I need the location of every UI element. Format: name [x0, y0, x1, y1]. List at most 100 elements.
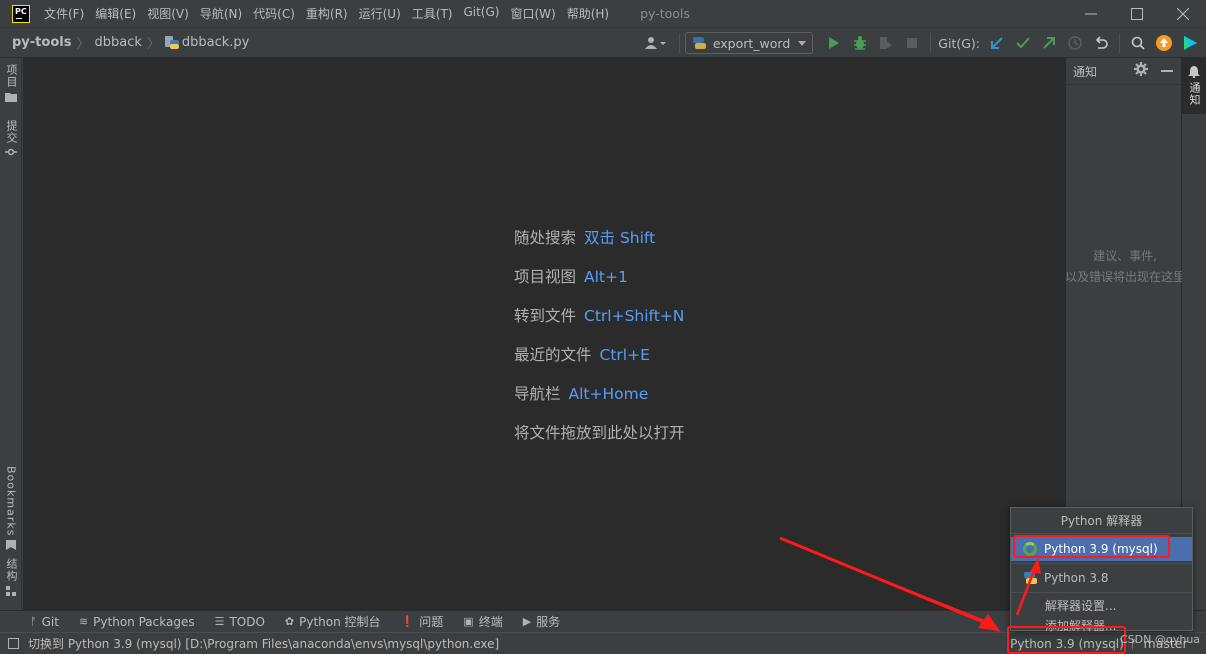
tool-tab-todo[interactable]: ☰ TODO [215, 615, 265, 629]
close-button[interactable] [1160, 0, 1206, 28]
git-commit-button[interactable] [1011, 31, 1035, 55]
hint-label: 随处搜索 [514, 229, 577, 247]
stop-button[interactable] [900, 31, 924, 55]
structure-icon [6, 586, 16, 596]
terminal-icon: ▣ [463, 615, 474, 628]
status-message: 切换到 Python 3.9 (mysql) [D:\Program Files… [28, 637, 500, 651]
breadcrumb-file[interactable]: dbback.py [164, 35, 250, 50]
coverage-icon [880, 37, 893, 49]
highlight-box-selected-interpreter [1013, 535, 1170, 558]
python-interpreter-popup: Python 解释器 Python 3.9 (mysql) Python 3.8… [1010, 507, 1193, 633]
menu-navigate[interactable]: 导航(N) [200, 5, 242, 22]
todo-icon: ☰ [214, 615, 225, 628]
interpreter-settings-action[interactable]: 解释器设置... [1011, 595, 1192, 615]
packages-icon: ≋ [78, 615, 89, 628]
notifications-empty-text: 建议、事件, 以及错误将出现在这里 [1064, 246, 1186, 288]
tool-tab-terminal[interactable]: ▣ 终端 [463, 613, 502, 630]
history-button[interactable] [1063, 31, 1087, 55]
git-update-button[interactable] [985, 31, 1009, 55]
editor-area[interactable]: 随处搜索 双击 Shift 项目视图 Alt+1 转到文件 Ctrl+Shift+N … [23, 58, 1065, 610]
gear-icon[interactable] [1134, 62, 1148, 76]
tab-label: 问题 [419, 615, 444, 629]
tool-tab-python-packages[interactable]: ≋ Python Packages [79, 615, 195, 629]
left-tool-window-strip: 项目 提交 Bookmarks 结构 [0, 58, 22, 610]
git-update-icon [991, 37, 1003, 49]
services-icon: ▶ [522, 615, 532, 628]
menu-code[interactable]: 代码(C) [253, 5, 295, 22]
tool-tab-structure[interactable]: 结构 [0, 558, 22, 596]
tool-tab-notifications[interactable]: 通知 [1182, 58, 1206, 114]
tool-tab-notifications-label: 通知 [1188, 82, 1201, 106]
menu-git[interactable]: Git(G) [463, 5, 499, 22]
update-icon [1156, 35, 1172, 51]
hint-label: 最近的文件 [514, 346, 592, 364]
toolbox-button[interactable] [1178, 31, 1202, 55]
toggle-tool-windows-icon[interactable] [8, 638, 19, 649]
git-commit-icon [1016, 37, 1030, 49]
run-button[interactable] [822, 31, 846, 55]
pycharm-window: PC 文件(F) 编辑(E) 视图(V) 导航(N) 代码(C) 重构(R) 运… [0, 0, 1206, 654]
toolbar-separator [678, 33, 680, 53]
rollback-button[interactable] [1089, 31, 1113, 55]
pycharm-logo-icon: PC [12, 4, 30, 23]
menu-refactor[interactable]: 重构(R) [306, 5, 348, 22]
hint-shortcut: Alt+1 [584, 268, 628, 286]
python-console-icon: ✿ [284, 615, 295, 628]
watermark: CSDN @qyhua [1120, 633, 1201, 646]
menu-file[interactable]: 文件(F) [44, 5, 84, 22]
search-everywhere-button[interactable] [1126, 31, 1150, 55]
tool-tab-commit-label: 提交 [5, 120, 18, 144]
menu-view[interactable]: 视图(V) [147, 5, 189, 22]
tool-tab-git[interactable]: ᚠ Git [30, 615, 59, 629]
main-toolbar: export_word Git(G): [638, 28, 1206, 58]
minimize-button[interactable] [1068, 0, 1114, 28]
run-with-coverage-button[interactable] [874, 31, 898, 55]
user-button[interactable] [639, 31, 673, 55]
python-icon [692, 36, 706, 50]
jetbrains-toolbox-icon [1184, 36, 1197, 50]
close-icon [1177, 8, 1189, 20]
bell-icon [1188, 66, 1200, 78]
hide-panel-button[interactable] [1161, 70, 1173, 72]
toolbar-separator [930, 33, 932, 53]
tool-tab-services[interactable]: ▶ 服务 [523, 613, 560, 630]
tab-label: Python Packages [93, 614, 195, 629]
chevron-down-icon [798, 40, 807, 46]
hint-drop-files: 将文件拖放到此处以打开 [514, 423, 685, 462]
menu-window[interactable]: 窗口(W) [510, 5, 555, 22]
hint-label: 将文件拖放到此处以打开 [514, 424, 685, 442]
menu-tools[interactable]: 工具(T) [412, 5, 453, 22]
run-icon [829, 37, 840, 49]
tool-tab-problems[interactable]: ❗ 问题 [401, 613, 444, 630]
hint-shortcut: Ctrl+E [599, 346, 650, 364]
run-configuration-select[interactable]: export_word [684, 32, 814, 54]
bookmark-icon [6, 540, 16, 551]
tool-tab-python-console[interactable]: ✿ Python 控制台 [285, 613, 381, 630]
search-icon [1131, 36, 1145, 50]
tool-tab-commit[interactable]: 提交 [0, 120, 22, 156]
maximize-icon [1131, 8, 1143, 20]
git-push-button[interactable] [1037, 31, 1061, 55]
maximize-button[interactable] [1114, 0, 1160, 28]
tool-tab-project[interactable]: 项目 [0, 64, 22, 102]
debug-button[interactable] [848, 31, 872, 55]
minimize-icon [1085, 13, 1097, 15]
ide-update-button[interactable] [1152, 31, 1176, 55]
debug-icon [854, 36, 867, 50]
tool-tab-bookmarks[interactable]: Bookmarks [0, 466, 22, 551]
stop-icon [907, 38, 918, 48]
tool-tab-project-label: 项目 [5, 64, 18, 88]
menu-run[interactable]: 运行(U) [359, 5, 401, 22]
breadcrumb-file-label: dbback.py [181, 35, 250, 50]
menu-edit[interactable]: 编辑(E) [95, 5, 136, 22]
menu-help[interactable]: 帮助(H) [567, 5, 609, 22]
commit-icon [5, 148, 17, 156]
hint-project-view: 项目视图 Alt+1 [514, 267, 685, 306]
hint-shortcut: Alt+Home [568, 385, 649, 403]
breadcrumb-project[interactable]: py-tools [12, 35, 71, 50]
run-configuration-label: export_word [712, 35, 791, 51]
user-icon [644, 37, 666, 49]
interpreter-option-python38[interactable]: Python 3.8 [1011, 566, 1192, 590]
hint-recent-files: 最近的文件 Ctrl+E [514, 345, 685, 384]
breadcrumb-folder[interactable]: dbback [94, 35, 141, 50]
